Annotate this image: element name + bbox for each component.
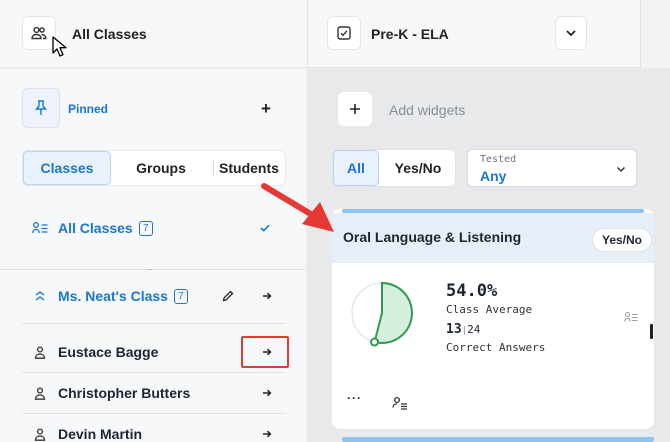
chevron-down-icon bbox=[566, 30, 576, 37]
course-dropdown-button[interactable] bbox=[555, 16, 587, 50]
tested-select[interactable]: Tested Any bbox=[467, 149, 637, 187]
class-average-label: Class Average bbox=[446, 303, 533, 316]
annotation-arrow-icon bbox=[261, 183, 334, 232]
row-divider bbox=[22, 323, 286, 324]
top-bar: All Classes Pre-K - ELA bbox=[0, 0, 670, 68]
arrow-right-icon[interactable] bbox=[262, 291, 272, 301]
pinned-button[interactable] bbox=[22, 88, 60, 128]
widget-type-badge: Yes/No bbox=[592, 228, 652, 252]
classes-title: All Classes bbox=[72, 26, 147, 42]
all-classes-label: All Classes bbox=[58, 220, 133, 236]
person-icon bbox=[34, 427, 46, 441]
add-widget-button[interactable] bbox=[338, 92, 372, 126]
filter-all[interactable]: All bbox=[333, 150, 379, 186]
correct-value: 13 bbox=[446, 322, 462, 337]
list-person-icon[interactable] bbox=[624, 311, 638, 323]
classes-selector-button[interactable] bbox=[22, 16, 56, 50]
student-name: Devin Martin bbox=[58, 426, 143, 442]
list-item-student[interactable]: Christopher Butters bbox=[22, 372, 286, 414]
chevron-down-icon bbox=[616, 166, 626, 173]
list-item-student[interactable]: Devin Martin bbox=[22, 413, 286, 442]
filter-yes-no[interactable]: Yes/No bbox=[381, 150, 455, 186]
correct-answers-label: Correct Answers bbox=[446, 341, 546, 354]
person-icon bbox=[34, 345, 46, 359]
sidebar-tabs: Classes Groups Students bbox=[22, 150, 286, 186]
annotation-highlight-box bbox=[241, 336, 289, 368]
tab-groups[interactable]: Groups bbox=[111, 151, 211, 185]
arrow-right-icon[interactable] bbox=[262, 429, 272, 439]
class-average-value: 54.0% bbox=[446, 281, 498, 301]
correct-count: 13|24 bbox=[446, 322, 480, 337]
tested-select-label: Tested bbox=[480, 154, 517, 165]
total-value: 24 bbox=[467, 323, 481, 336]
all-classes-count: 7 bbox=[138, 220, 153, 236]
add-pinned-button[interactable]: + bbox=[261, 99, 271, 119]
mouse-cursor-icon bbox=[52, 36, 67, 57]
pinned-label: Pinned bbox=[68, 102, 109, 116]
student-name: Christopher Butters bbox=[58, 385, 191, 401]
student-name: Eustace Bagge bbox=[58, 344, 159, 360]
filter-tabs: All Yes/No bbox=[332, 149, 456, 187]
widget-card[interactable]: Oral Language & Listening Yes/No 54.0% C… bbox=[332, 209, 654, 429]
pencil-icon[interactable] bbox=[222, 290, 234, 302]
widget-header: Oral Language & Listening Yes/No bbox=[332, 213, 654, 263]
people-icon bbox=[31, 26, 47, 40]
plus-icon bbox=[350, 104, 360, 114]
arrow-right-icon[interactable] bbox=[262, 388, 272, 398]
more-options-button[interactable]: ··· bbox=[347, 391, 362, 405]
tested-select-value: Any bbox=[480, 168, 507, 184]
tab-classes[interactable]: Classes bbox=[23, 151, 111, 185]
next-widget-stripe bbox=[342, 437, 654, 442]
course-title: Pre-K - ELA bbox=[371, 26, 449, 42]
progress-gauge bbox=[351, 281, 413, 347]
resize-handle[interactable]: ··· bbox=[146, 264, 153, 274]
person-icon bbox=[34, 386, 46, 400]
chevrons-up-icon bbox=[35, 291, 45, 301]
class-item-count: 7 bbox=[173, 288, 188, 304]
list-person-icon bbox=[32, 222, 48, 234]
scrollbar-thumb[interactable] bbox=[650, 324, 653, 339]
class-item[interactable]: Ms. Neat's Class 7 bbox=[22, 275, 286, 317]
section-divider bbox=[0, 269, 306, 270]
class-item-label: Ms. Neat's Class bbox=[58, 288, 168, 304]
add-widgets-label[interactable]: Add widgets bbox=[389, 102, 465, 118]
person-settings-icon[interactable] bbox=[392, 396, 408, 410]
header-right-strip bbox=[640, 0, 670, 68]
header-divider bbox=[307, 0, 308, 68]
course-selector-button[interactable] bbox=[327, 16, 361, 50]
widget-title: Oral Language & Listening bbox=[343, 229, 522, 245]
checkbox-icon bbox=[337, 26, 351, 40]
all-classes-item[interactable]: All Classes 7 bbox=[22, 207, 286, 249]
pin-icon bbox=[35, 100, 47, 115]
